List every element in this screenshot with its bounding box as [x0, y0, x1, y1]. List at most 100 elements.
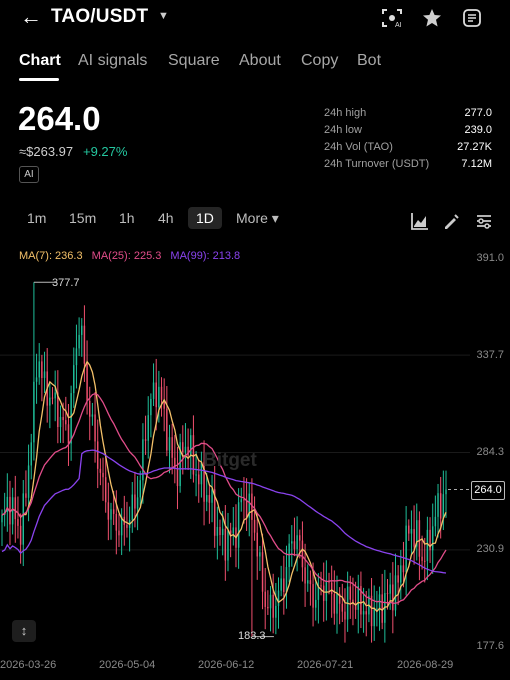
interval-1h[interactable]: 1h — [119, 210, 135, 226]
candle-body — [423, 560, 426, 562]
candle-body — [22, 493, 25, 545]
candle-body — [221, 528, 224, 536]
candle-body — [362, 611, 365, 615]
candle-body — [386, 593, 389, 595]
stat-value: 239.0 — [464, 124, 492, 136]
candle-body — [341, 603, 344, 612]
candle-body — [405, 525, 407, 573]
candle-body — [158, 386, 160, 408]
stat-label: 24h Vol (TAO) — [324, 141, 393, 153]
candle-body — [426, 529, 429, 562]
fiat-price: ≈$263.97 — [19, 144, 74, 159]
candle-body — [421, 556, 423, 561]
candle-body — [280, 578, 282, 591]
candle-body — [73, 365, 75, 394]
candle-body — [35, 377, 38, 382]
tab-bot[interactable]: Bot — [357, 52, 381, 70]
candle-body — [299, 535, 301, 541]
ai-eye-icon[interactable]: AI — [372, 6, 412, 30]
candle-body — [126, 524, 128, 528]
candle-body — [330, 582, 333, 595]
stat-value: 277.0 — [464, 107, 492, 119]
candle-body — [309, 580, 312, 585]
back-arrow-icon[interactable]: ← — [20, 6, 42, 28]
candle-body — [400, 565, 402, 583]
candle-body — [325, 581, 328, 601]
x-tick: 2026-06-12 — [198, 659, 255, 671]
tab-chart[interactable]: Chart — [19, 52, 61, 70]
candle-body — [70, 393, 72, 444]
candle-body — [349, 586, 352, 600]
candle-body — [445, 489, 447, 495]
y-tick: 337.7 — [476, 349, 504, 361]
chart-type-icon[interactable] — [411, 212, 429, 230]
candle-body — [43, 371, 46, 379]
candle-body — [256, 532, 258, 557]
candle-body — [89, 400, 91, 417]
ma-legend: MA(7): 236.3 MA(25): 225.3 MA(99): 213.8 — [19, 250, 246, 262]
top-bar: ← TAO/USDT ▼ AI — [0, 0, 510, 34]
stat-row: 24h low 239.0 — [324, 124, 492, 141]
candle-body — [381, 594, 383, 623]
tab-about[interactable]: About — [239, 52, 281, 70]
candle-body — [51, 397, 54, 399]
candle-body — [373, 609, 375, 627]
candle-body — [442, 494, 445, 519]
candle-body — [176, 467, 179, 487]
interval-1m[interactable]: 1m — [27, 210, 46, 226]
candle-body — [357, 586, 359, 610]
star-icon[interactable] — [412, 6, 452, 30]
candle-body — [376, 608, 378, 610]
candle-body — [283, 578, 285, 592]
candle-body — [418, 520, 421, 557]
x-tick: 2026-08-29 — [397, 659, 454, 671]
candle-body — [131, 494, 134, 520]
interval-4h[interactable]: 4h — [158, 210, 174, 226]
candle-body — [144, 439, 147, 441]
candle-body — [437, 493, 439, 517]
candle-body — [232, 527, 235, 534]
tab-ai-signals[interactable]: AI signals — [78, 52, 147, 70]
candle-body — [277, 590, 280, 606]
candle-body — [25, 493, 27, 498]
candle-body — [307, 580, 309, 584]
interval-15m[interactable]: 15m — [69, 210, 96, 226]
candle-body — [83, 325, 86, 364]
candle-body — [190, 435, 192, 456]
candle-body — [182, 442, 184, 453]
candle-body — [211, 489, 213, 503]
candle-body — [17, 519, 19, 526]
trading-pair-title[interactable]: TAO/USDT — [51, 6, 148, 28]
ai-badge[interactable]: AI — [19, 166, 39, 183]
y-tick: 391.0 — [476, 252, 504, 264]
interval-1d[interactable]: 1D — [188, 207, 222, 229]
stat-label: 24h Turnover (USDT) — [324, 158, 430, 170]
candle-body — [272, 594, 274, 618]
candle-body — [394, 575, 397, 611]
candle-body — [139, 480, 141, 498]
candle-body — [27, 465, 30, 498]
svg-text:AI: AI — [395, 22, 402, 28]
candle-body — [205, 495, 208, 502]
candle-body — [78, 334, 80, 349]
share-icon[interactable] — [452, 6, 492, 30]
y-tick: 230.9 — [476, 543, 504, 555]
tab-square[interactable]: Square — [168, 52, 220, 70]
candle-body — [49, 397, 51, 406]
interval-more[interactable]: More ▾ — [236, 210, 279, 227]
candle-body — [30, 442, 32, 466]
candle-body — [81, 325, 83, 335]
draw-tool-icon[interactable] — [442, 212, 460, 230]
candle-body — [99, 468, 102, 473]
expand-icon[interactable]: ↕ — [12, 620, 36, 642]
candle-body — [269, 594, 272, 609]
candle-body — [245, 500, 248, 518]
candle-body — [397, 575, 399, 583]
candle-body — [296, 535, 298, 550]
indicator-settings-icon[interactable] — [475, 212, 493, 230]
candle-body — [275, 605, 277, 618]
pair-dropdown-icon[interactable]: ▼ — [158, 10, 169, 22]
tab-copy[interactable]: Copy — [301, 52, 338, 70]
candle-body — [344, 611, 346, 620]
candle-body — [434, 516, 437, 527]
